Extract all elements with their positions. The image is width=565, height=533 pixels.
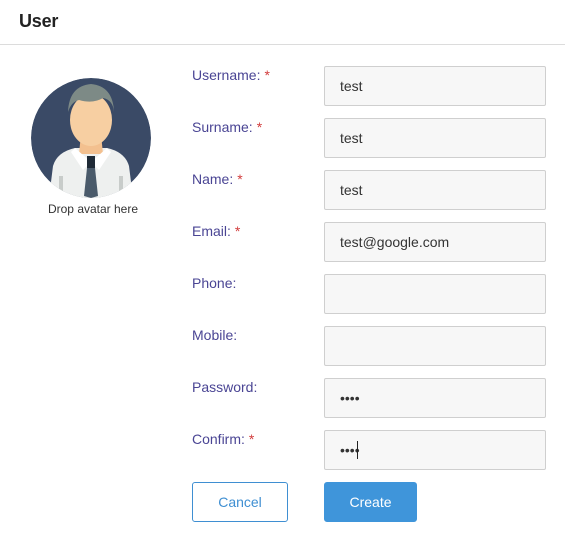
username-label-text: Username: bbox=[192, 67, 261, 83]
surname-label-text: Surname: bbox=[192, 119, 253, 135]
password-label: Password: bbox=[192, 379, 258, 395]
required-marker: * bbox=[248, 431, 255, 447]
avatar-caption: Drop avatar here bbox=[47, 202, 139, 216]
confirm-label: Confirm: * bbox=[192, 431, 254, 447]
email-row: Email: * bbox=[192, 222, 546, 262]
required-marker: * bbox=[264, 67, 270, 83]
email-label-text: Email: bbox=[192, 223, 231, 239]
name-label: Name: * bbox=[192, 171, 243, 187]
required-marker: * bbox=[234, 223, 241, 239]
username-row: Username: * bbox=[192, 66, 546, 106]
name-label-text: Name: bbox=[192, 171, 234, 187]
confirm-label-text: Confirm: bbox=[192, 431, 245, 447]
required-marker: * bbox=[237, 171, 243, 187]
username-label: Username: * bbox=[192, 67, 270, 83]
name-row: Name: * bbox=[192, 170, 546, 210]
mobile-input[interactable] bbox=[324, 326, 546, 366]
email-input[interactable] bbox=[324, 222, 546, 262]
phone-input[interactable] bbox=[324, 274, 546, 314]
cancel-button[interactable]: Cancel bbox=[192, 482, 288, 522]
page-header: User bbox=[0, 0, 565, 45]
person-avatar-icon bbox=[31, 78, 151, 198]
text-caret bbox=[357, 441, 358, 459]
password-row: Password: bbox=[192, 378, 546, 418]
password-input[interactable] bbox=[324, 378, 546, 418]
surname-row: Surname: * bbox=[192, 118, 546, 158]
surname-label: Surname: * bbox=[192, 119, 262, 135]
confirm-row: Confirm: * bbox=[192, 430, 546, 470]
phone-row: Phone: bbox=[192, 274, 546, 314]
mobile-row: Mobile: bbox=[192, 326, 546, 366]
avatar-dropzone[interactable] bbox=[31, 78, 151, 198]
create-button[interactable]: Create bbox=[324, 482, 417, 522]
page-title: User bbox=[19, 11, 59, 31]
email-label: Email: * bbox=[192, 223, 240, 239]
name-input[interactable] bbox=[324, 170, 546, 210]
surname-input[interactable] bbox=[324, 118, 546, 158]
username-input[interactable] bbox=[324, 66, 546, 106]
phone-label: Phone: bbox=[192, 275, 237, 291]
required-marker: * bbox=[256, 119, 263, 135]
mobile-label: Mobile: bbox=[192, 327, 238, 343]
